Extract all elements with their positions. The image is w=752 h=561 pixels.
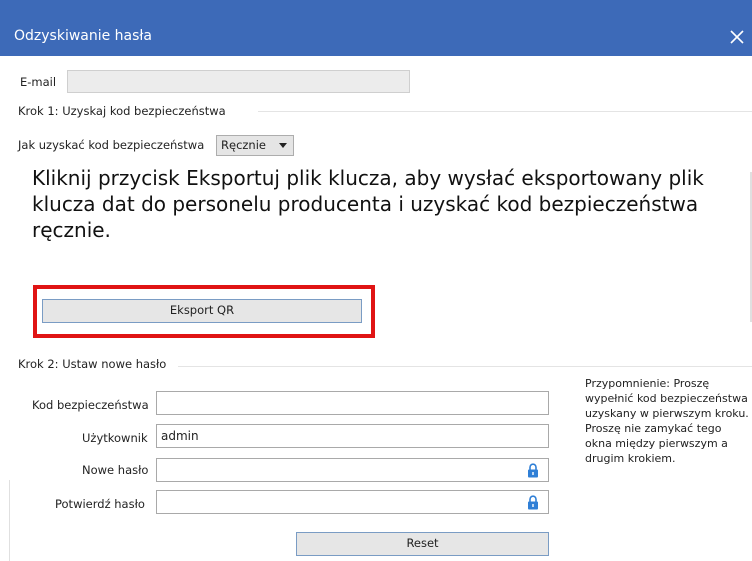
- instruction-text: Kliknij przycisk Eksportuj plik klucza, …: [32, 166, 704, 242]
- user-label: Użytkownik: [82, 431, 148, 445]
- step1-divider: [258, 111, 752, 112]
- panel-edge: [9, 480, 10, 561]
- new-password-field[interactable]: [156, 458, 549, 482]
- method-select[interactable]: Ręcznie: [216, 135, 294, 156]
- new-password-label: Nowe hasło: [82, 463, 149, 477]
- reminder-text: Przypomnienie: Proszę wypełnić kod bezpi…: [585, 377, 749, 465]
- export-qr-button[interactable]: Eksport QR: [42, 299, 362, 323]
- security-code-label: Kod bezpieczeństwa: [32, 398, 149, 412]
- window-title: Odzyskiwanie hasła: [14, 28, 152, 44]
- security-code-field[interactable]: [156, 391, 549, 415]
- step2-heading: Krok 2: Ustaw nowe hasło: [18, 357, 167, 371]
- email-label: E-mail: [20, 75, 57, 89]
- method-label: Jak uzyskać kod bezpieczeństwa: [18, 138, 205, 152]
- step1-heading: Krok 1: Uzyskaj kod bezpieczeństwa: [18, 104, 226, 118]
- confirm-password-label: Potwierdź hasło: [55, 497, 145, 511]
- lock-icon: [528, 495, 538, 510]
- reset-button[interactable]: Reset: [296, 532, 549, 556]
- user-field[interactable]: admin: [156, 424, 549, 448]
- method-select-value: Ręcznie: [221, 138, 266, 152]
- title-bar: Odzyskiwanie hasła: [0, 0, 752, 56]
- lock-icon: [528, 463, 538, 478]
- close-icon[interactable]: [728, 28, 746, 46]
- step2-divider: [178, 366, 752, 367]
- chevron-down-icon: [279, 143, 287, 148]
- confirm-password-field[interactable]: [156, 490, 549, 514]
- email-field[interactable]: [67, 70, 410, 93]
